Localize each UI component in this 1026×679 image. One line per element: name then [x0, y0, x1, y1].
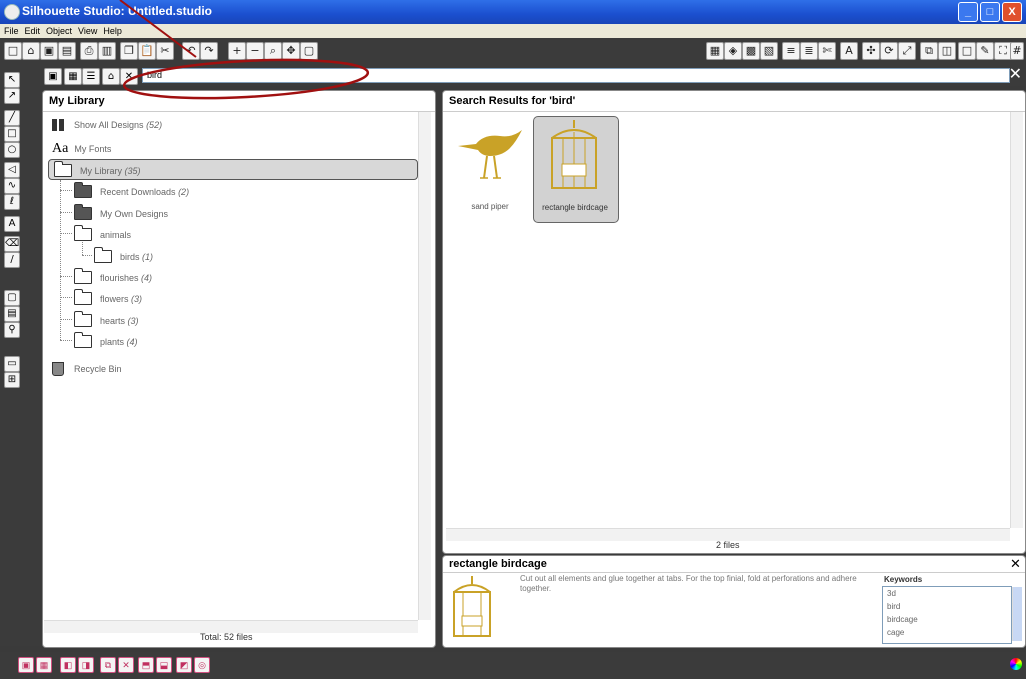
red-annotation-overlay: [119, 0, 370, 100]
